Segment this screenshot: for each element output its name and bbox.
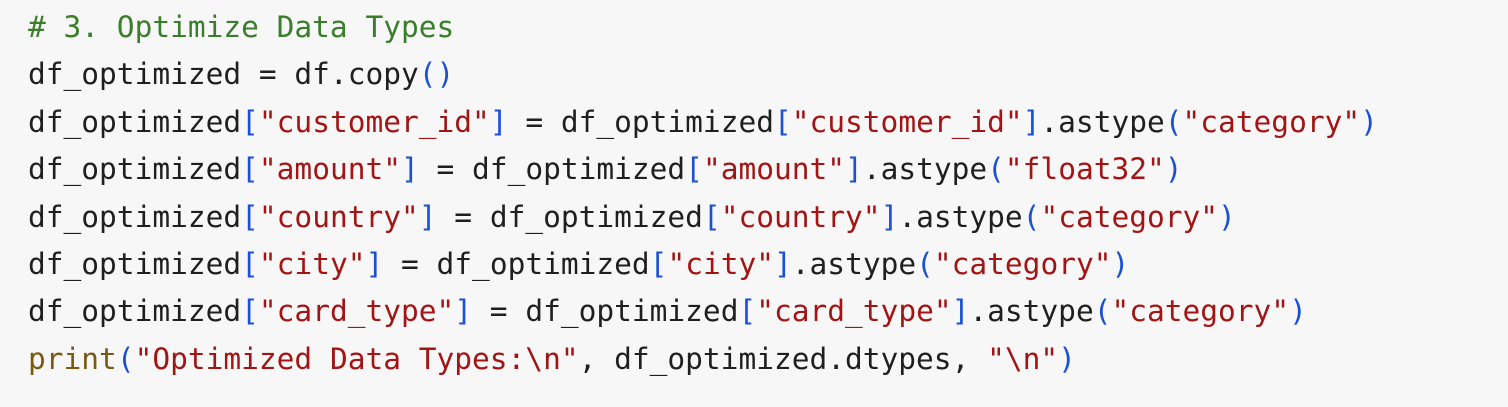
code-token-bracket: [ bbox=[241, 246, 259, 281]
code-token-plain: .astype bbox=[791, 246, 917, 281]
code-line: df_optimized["city"] = df_optimized["cit… bbox=[28, 241, 1508, 288]
code-token-bracket: ) bbox=[1218, 199, 1236, 234]
code-token-string: "country" bbox=[720, 199, 881, 234]
code-token-bracket: ( bbox=[1093, 294, 1112, 329]
code-token-plain: .astype bbox=[862, 152, 988, 187]
code-token-bracket: ) bbox=[1111, 246, 1130, 281]
code-token-bracket: [ bbox=[649, 246, 668, 281]
code-token-plain: df_optimized bbox=[28, 294, 242, 329]
code-token-bracket: ] bbox=[880, 199, 899, 234]
code-token-bracket: ] bbox=[489, 104, 508, 139]
code-comment-line: # 3. Optimize Data Types bbox=[28, 4, 1508, 51]
code-token-bracket: ] bbox=[951, 294, 970, 329]
code-token-string: "card_type" bbox=[258, 294, 455, 329]
code-line: print("Optimized Data Types:\n", df_opti… bbox=[28, 336, 1508, 383]
code-token-string: "category" bbox=[1040, 199, 1219, 234]
code-token-plain: = df_optimized bbox=[472, 294, 739, 329]
code-token-bracket: [ bbox=[241, 199, 259, 234]
code-token-bracket: ] bbox=[845, 152, 863, 187]
code-line: df_optimized["card_type"] = df_optimized… bbox=[28, 288, 1508, 335]
code-token-string: "amount" bbox=[258, 152, 401, 187]
code-token-bracket: ( bbox=[1022, 199, 1041, 234]
code-token-bracket: [ bbox=[241, 294, 259, 329]
code-token-bracket: ) bbox=[1360, 104, 1378, 139]
code-token-string: "amount" bbox=[702, 152, 846, 187]
code-token-bracket: ) bbox=[1164, 152, 1183, 187]
code-token-plain: df_optimized bbox=[28, 246, 242, 281]
code-token-bracket: ] bbox=[454, 294, 473, 329]
code-token-bracket: ( bbox=[1164, 104, 1183, 139]
code-line: df_optimized["customer_id"] = df_optimiz… bbox=[28, 99, 1508, 146]
code-token-string: "float32" bbox=[1004, 152, 1165, 187]
code-token-string: "category" bbox=[1111, 294, 1290, 329]
code-token-plain: df_optimized bbox=[28, 104, 242, 139]
code-token-plain: df_optimized = df.copy bbox=[28, 57, 419, 92]
code-token-bracket: [ bbox=[241, 152, 259, 187]
code-block[interactable]: # 3. Optimize Data Types df_optimized = d… bbox=[0, 0, 1508, 407]
code-token-string: "category" bbox=[933, 246, 1112, 281]
code-token-string: "\n" bbox=[987, 341, 1059, 376]
code-token-bracket: ( bbox=[987, 152, 1005, 187]
code-token-plain: .astype bbox=[969, 294, 1094, 329]
code-token-bracket: ] bbox=[401, 152, 419, 187]
code-token-bracket: [ bbox=[685, 152, 703, 187]
code-token-bracket: ( bbox=[116, 341, 135, 376]
code-token-bracket: ) bbox=[1058, 341, 1076, 376]
code-token-string: "category" bbox=[1182, 104, 1361, 139]
code-token-string: "customer_id" bbox=[258, 104, 490, 139]
code-token-bracket: ( bbox=[916, 246, 934, 281]
code-token-bracket: [ bbox=[241, 104, 259, 139]
code-line: df_optimized["country"] = df_optimized["… bbox=[28, 194, 1508, 241]
code-token-bracket: ) bbox=[1289, 294, 1307, 329]
code-token-comment: # 3. Optimize Data Types bbox=[28, 10, 455, 44]
code-token-plain: df_optimized bbox=[28, 199, 242, 234]
code-token-bracket: [ bbox=[702, 199, 721, 234]
code-token-bracket: ] bbox=[774, 246, 792, 281]
code-token-string: "customer_id" bbox=[791, 104, 1023, 139]
code-token-string: "card_type" bbox=[756, 294, 952, 329]
code-line: df_optimized["amount"] = df_optimized["a… bbox=[28, 146, 1508, 193]
code-token-plain: df_optimized bbox=[28, 152, 242, 187]
code-token-bracket: ] bbox=[365, 246, 384, 281]
code-token-bracket: () bbox=[418, 57, 455, 92]
code-token-plain: .astype bbox=[1040, 104, 1165, 139]
code-token-plain: = df_optimized bbox=[507, 104, 774, 139]
code-token-string: "country" bbox=[258, 199, 419, 234]
code-token-plain: .astype bbox=[898, 199, 1023, 234]
code-token-string: "city" bbox=[258, 246, 366, 281]
code-token-bracket: [ bbox=[773, 104, 792, 139]
code-token-bracket: ] bbox=[1022, 104, 1041, 139]
code-token-builtin: print bbox=[28, 341, 117, 376]
code-token-string: "Optimized Data Types:\n" bbox=[134, 341, 579, 376]
code-token-plain: , df_optimized.dtypes, bbox=[578, 341, 988, 376]
code-token-string: "city" bbox=[667, 246, 775, 281]
code-token-bracket: [ bbox=[738, 294, 757, 329]
code-token-plain: = df_optimized bbox=[383, 246, 650, 281]
code-line: df_optimized = df.copy() bbox=[28, 51, 1508, 98]
code-token-bracket: ] bbox=[418, 199, 437, 234]
code-token-plain: = df_optimized bbox=[436, 199, 703, 234]
code-token-plain: = df_optimized bbox=[418, 152, 686, 187]
